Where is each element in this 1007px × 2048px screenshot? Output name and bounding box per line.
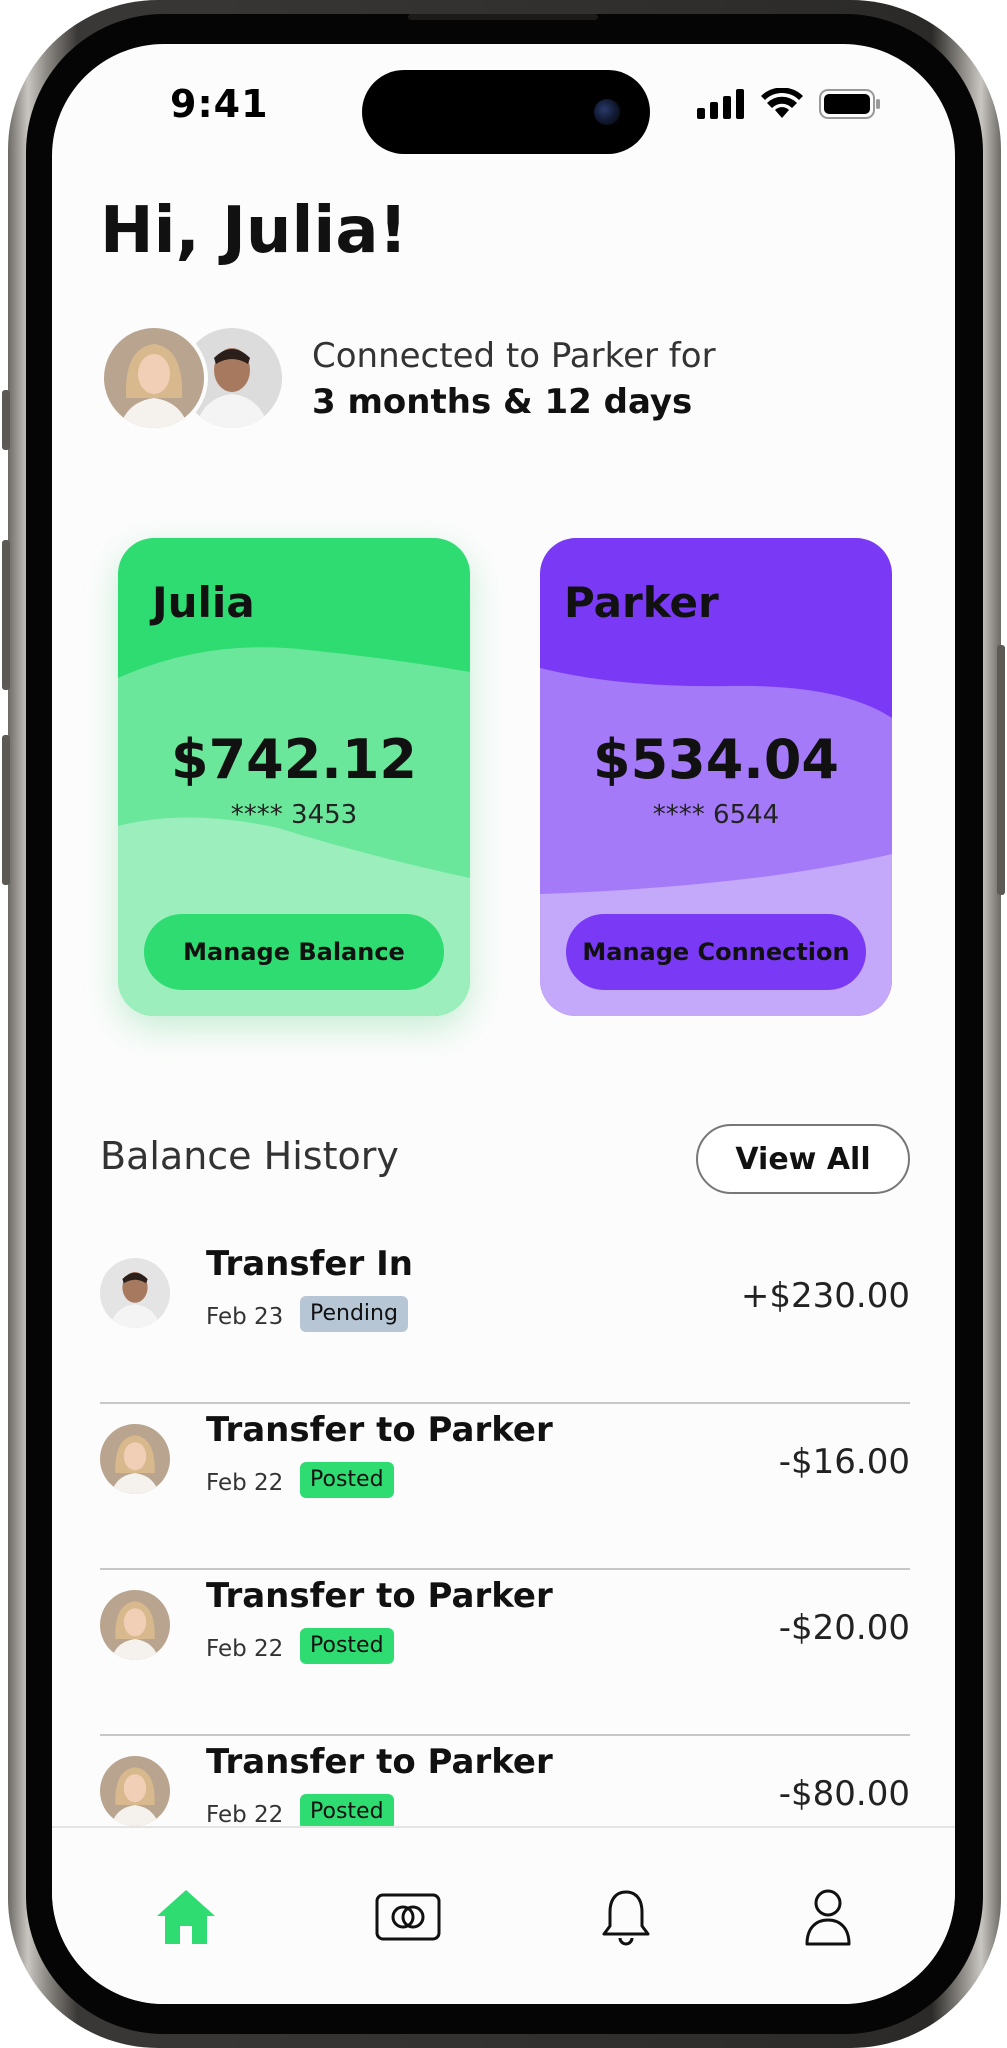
camera-icon (594, 99, 620, 125)
transaction-date: Feb 22 (206, 1636, 284, 1662)
card-owner-name: Parker (564, 578, 719, 627)
status-badge: Posted (300, 1462, 394, 1498)
balance-card-julia[interactable]: Julia $742.12 **** 3453 Manage Balance (118, 538, 470, 1016)
transaction-title: Transfer to Parker (206, 1410, 553, 1450)
wifi-icon (761, 88, 803, 118)
transaction-list: Transfer In Feb 23 Pending +$230.00 Tran… (100, 1238, 910, 1902)
avatar (100, 1590, 170, 1660)
tab-bar (52, 1826, 955, 2004)
tab-notifications[interactable] (566, 1828, 686, 2004)
manage-balance-button[interactable]: Manage Balance (144, 914, 444, 990)
transaction-date: Feb 22 (206, 1802, 284, 1828)
power-button (997, 645, 1005, 895)
transaction-date: Feb 23 (206, 1304, 284, 1330)
manage-connection-button[interactable]: Manage Connection (566, 914, 866, 990)
list-item[interactable]: Transfer to Parker Feb 22 Posted -$16.00 (100, 1404, 910, 1570)
status-bar: 9:41 (52, 44, 955, 154)
transaction-title: Transfer to Parker (206, 1742, 553, 1782)
speaker-grille (408, 14, 598, 20)
connection-label: Connected to Parker for (312, 336, 716, 376)
view-all-button[interactable]: View All (696, 1124, 910, 1194)
transaction-amount: -$20.00 (778, 1608, 910, 1648)
app-screen: 9:41 Hi, Julia! Connected to Parker for … (52, 44, 955, 2004)
list-item[interactable]: Transfer In Feb 23 Pending +$230.00 (100, 1238, 910, 1404)
avatar[interactable] (100, 324, 208, 432)
dynamic-island (362, 70, 650, 154)
tab-cards[interactable] (348, 1828, 468, 2004)
battery-icon (819, 89, 880, 119)
card-icon (375, 1893, 441, 1941)
status-time: 9:41 (170, 82, 269, 126)
balance-card-parker[interactable]: Parker $534.04 **** 6544 Manage Connecti… (540, 538, 892, 1016)
tab-home[interactable] (126, 1828, 246, 2004)
tab-profile[interactable] (768, 1828, 888, 2004)
status-icons (697, 88, 881, 120)
card-number: **** 3453 (230, 800, 358, 830)
volume-up-button (2, 540, 10, 690)
avatar (100, 1756, 170, 1826)
status-badge: Pending (300, 1296, 408, 1332)
volume-down-button (2, 735, 10, 885)
list-item[interactable]: Transfer to Parker Feb 22 Posted -$20.00 (100, 1570, 910, 1736)
status-badge: Posted (300, 1628, 394, 1664)
status-badge: Posted (300, 1794, 394, 1830)
transaction-amount: -$80.00 (778, 1774, 910, 1814)
card-balance: $534.04 (593, 728, 839, 791)
section-title: Balance History (100, 1134, 399, 1178)
transaction-title: Transfer In (206, 1244, 413, 1284)
signal-icon (697, 89, 744, 119)
bell-icon (602, 1890, 650, 1946)
connection-summary: Connected to Parker for 3 months & 12 da… (100, 324, 900, 444)
transaction-date: Feb 22 (206, 1470, 284, 1496)
card-owner-name: Julia (152, 578, 255, 627)
transaction-title: Transfer to Parker (206, 1576, 553, 1616)
profile-icon (805, 1889, 851, 1946)
connection-duration: 3 months & 12 days (312, 382, 693, 422)
card-balance: $742.12 (171, 728, 417, 791)
card-number: **** 6544 (652, 800, 780, 830)
avatar (100, 1424, 170, 1494)
avatar (100, 1258, 170, 1328)
mute-switch (2, 390, 10, 450)
home-icon (157, 1890, 215, 1944)
page-title: Hi, Julia! (100, 194, 408, 268)
transaction-amount: -$16.00 (778, 1442, 910, 1482)
transaction-amount: +$230.00 (740, 1276, 910, 1316)
